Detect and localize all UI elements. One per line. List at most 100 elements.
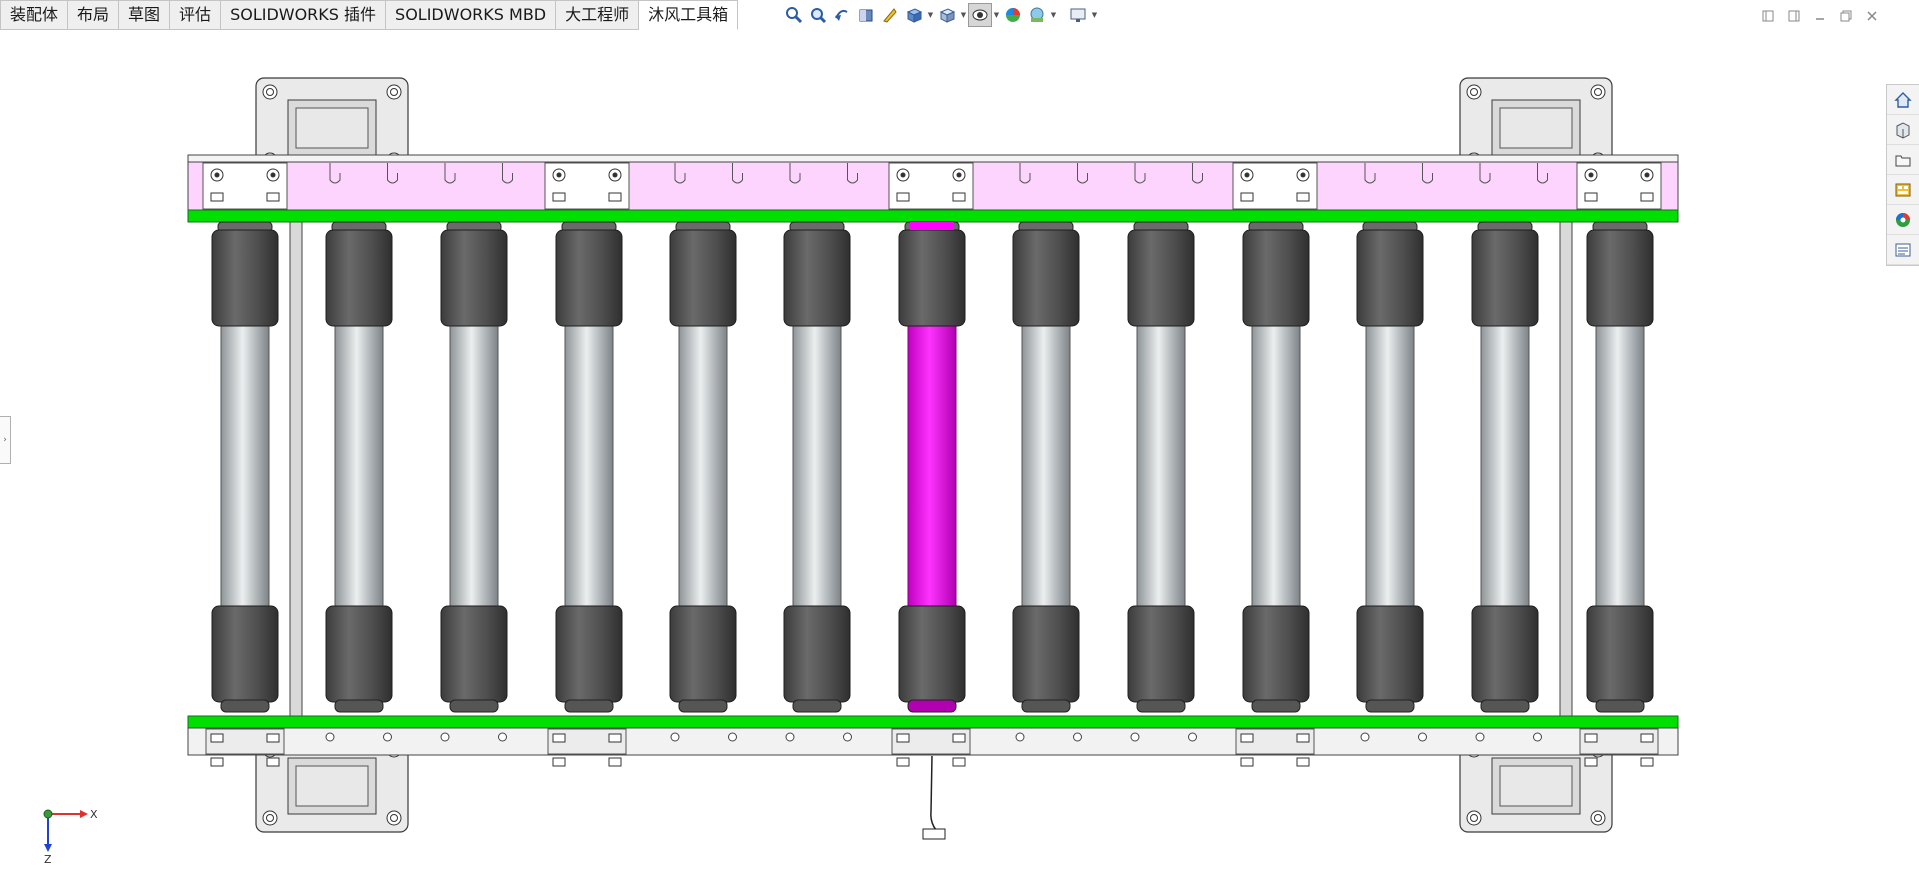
roller-bottom-sleeve-8 (1127, 605, 1195, 703)
roller-tube-7 (1021, 319, 1071, 611)
mount-bolt (1466, 810, 1482, 826)
roller-top-sleeve-3 (555, 229, 623, 327)
clamp-bolt-center (612, 172, 618, 178)
roller-bottom-sleeve-0 (211, 605, 279, 703)
motor-face-3 (1499, 765, 1573, 807)
clamp-nut (952, 192, 966, 202)
bottom-clamp-nut (896, 757, 910, 767)
clamp-nut (1240, 192, 1254, 202)
z-axis-arrow (44, 844, 52, 852)
rail-hole (670, 732, 680, 742)
bottom-clamp-nut (608, 757, 622, 767)
mount-bolt (262, 84, 278, 100)
roller-top-sleeve-0 (211, 229, 279, 327)
roller-bottom-sleeve-9 (1242, 605, 1310, 703)
rail-hole (325, 732, 335, 742)
clamp-bolt-center (1300, 172, 1306, 178)
bottom-clamp-nut (552, 757, 566, 767)
sensor-connector (922, 828, 946, 840)
roller-bottom-sleeve-7 (1012, 605, 1080, 703)
roller-tube-4 (678, 319, 728, 611)
bottom-clamp-nut (210, 757, 224, 767)
rail-hole (498, 732, 507, 742)
roller-bottom-sleeve-6 (898, 605, 966, 703)
roller-tube-8 (1136, 319, 1186, 611)
rail-hole (1418, 732, 1427, 742)
roller-bottom-cap-6 (907, 699, 957, 713)
reference-triad: X Z (43, 808, 98, 864)
roller-bottom-cap-10 (1365, 699, 1415, 713)
roller-top-sleeve-8 (1127, 229, 1195, 327)
roller-bottom-cap-1 (334, 699, 384, 713)
bottom-clamp-nut (1240, 757, 1254, 767)
top-rail-edge (187, 154, 1679, 163)
roller-bottom-cap-7 (1021, 699, 1071, 713)
mount-bolt (386, 810, 402, 826)
triad-origin (43, 809, 53, 819)
roller-bottom-cap-4 (678, 699, 728, 713)
clamp-nut (1584, 192, 1598, 202)
roller-bottom-cap-9 (1251, 699, 1301, 713)
roller-bottom-cap-12 (1595, 699, 1645, 713)
mount-bolt (1590, 810, 1606, 826)
rail-hole (440, 732, 450, 742)
rail-hole (383, 732, 392, 742)
roller-top-sleeve-12 (1586, 229, 1654, 327)
bottom-clamp-nut (1296, 733, 1310, 743)
roller-top-sleeve-1 (325, 229, 393, 327)
clamp-nut (1296, 192, 1310, 202)
clamp-bolt-center (270, 172, 276, 178)
roller-top-sleeve-10 (1356, 229, 1424, 327)
mount-bolt (1466, 84, 1482, 100)
roller-top-sleeve-2 (440, 229, 508, 327)
rail-hole (1073, 732, 1082, 742)
roller-top-sleeve-7 (1012, 229, 1080, 327)
roller-tube-5 (792, 319, 842, 611)
clamp-nut (1640, 192, 1654, 202)
bottom-clamp-nut (1296, 757, 1310, 767)
rail-hole (1130, 732, 1140, 742)
motor-face-1 (1499, 107, 1573, 149)
roller-bottom-cap-3 (564, 699, 614, 713)
side-plate-right (1559, 215, 1573, 721)
roller-tube-10 (1365, 319, 1415, 611)
roller-tube-0 (220, 319, 270, 611)
clamp-bolt-center (956, 172, 962, 178)
motor-face-0 (295, 107, 369, 149)
roller-tube-1 (334, 319, 384, 611)
clamp-nut (896, 192, 910, 202)
roller-top-sleeve-4 (669, 229, 737, 327)
roller-bottom-cap-8 (1136, 699, 1186, 713)
rail-hole (1015, 732, 1025, 742)
bottom-clamp-nut (1240, 733, 1254, 743)
roller-top-sleeve-9 (1242, 229, 1310, 327)
roller-tube-3 (564, 319, 614, 611)
clamp-bolt-center (556, 172, 562, 178)
rail-hole (1360, 732, 1370, 742)
clamp-bolt-center (1588, 172, 1594, 178)
clamp-bolt-center (900, 172, 906, 178)
clamp-bolt-center (1644, 172, 1650, 178)
roller-bottom-cap-11 (1480, 699, 1530, 713)
rail-hole (785, 732, 795, 742)
clamp-bolt-center (1244, 172, 1250, 178)
z-axis-label: Z (44, 853, 52, 864)
bottom-clamp-nut (952, 733, 966, 743)
roller-bottom-cap-0 (220, 699, 270, 713)
roller-bottom-sleeve-12 (1586, 605, 1654, 703)
model-viewport[interactable] (0, 0, 1919, 881)
bottom-clamp-nut (952, 757, 966, 767)
bottom-guide-rail (187, 715, 1679, 729)
side-plate-left (289, 215, 303, 721)
roller-top-sleeve-5 (783, 229, 851, 327)
x-axis-label: X (90, 808, 98, 821)
mount-bolt (386, 84, 402, 100)
x-axis-arrow (80, 810, 88, 818)
mount-bolt (262, 810, 278, 826)
motor-face-2 (295, 765, 369, 807)
bottom-clamp-nut (1584, 733, 1598, 743)
selected-roller-marker (910, 222, 954, 230)
roller-tube-9 (1251, 319, 1301, 611)
roller-bottom-sleeve-11 (1471, 605, 1539, 703)
bottom-clamp-nut (1584, 757, 1598, 767)
